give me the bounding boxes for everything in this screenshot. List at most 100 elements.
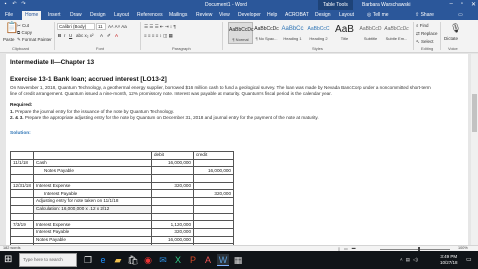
style-subtitle[interactable]: AaBbCcD Subtitle — [358, 22, 383, 44]
style-normal[interactable]: AaBbCcDc ¶ Normal — [228, 22, 253, 44]
tab-table-design[interactable]: Design — [315, 12, 331, 18]
date-cell[interactable] — [10, 227, 34, 237]
comments-icon[interactable]: ▭ — [458, 12, 463, 18]
user-name[interactable]: Barbara Warschawski — [362, 2, 410, 8]
tell-me-button[interactable]: ◎ Tell me — [367, 12, 389, 18]
header-desc[interactable] — [33, 151, 152, 160]
tab-view[interactable]: View — [219, 12, 230, 18]
description-cell[interactable]: Interest Expense — [33, 181, 152, 191]
date-cell[interactable] — [10, 197, 34, 206]
header-debit[interactable]: debit — [151, 151, 194, 160]
clock[interactable]: 3:49 PM 10/27/18 — [440, 254, 458, 266]
replace-button[interactable]: ⇄ Replace — [416, 31, 438, 37]
find-button[interactable]: ⌕ Find — [416, 23, 429, 28]
tab-insert[interactable]: Insert — [48, 12, 61, 18]
strikethrough-button[interactable]: abc x₂ x² — [76, 33, 94, 38]
redo-icon[interactable]: ↷ — [21, 2, 26, 7]
copy-button[interactable]: ⧉ Copy — [17, 30, 32, 35]
microphone-icon[interactable]: 🎙 — [450, 24, 461, 33]
italic-button[interactable]: I — [64, 33, 65, 38]
document-area[interactable]: Intermediate II—Chapter 13 Exercise 13-1… — [0, 54, 471, 245]
file-explorer-icon[interactable]: ▰ — [112, 254, 124, 266]
save-icon[interactable]: ▪ — [3, 2, 8, 7]
format-painter-button[interactable]: ✎ Format Painter — [17, 37, 52, 43]
excel-icon[interactable]: X — [172, 254, 184, 266]
zoom-level[interactable]: 100% — [458, 246, 468, 250]
calculator-icon[interactable]: ▦ — [232, 254, 244, 266]
style-heading-1[interactable]: AaBbCc Heading 1 — [280, 22, 305, 44]
tab-help[interactable]: Help — [267, 12, 277, 18]
dictate-button[interactable]: Dictate — [444, 36, 458, 41]
debit-cell[interactable] — [151, 212, 194, 222]
description-cell[interactable] — [33, 174, 152, 183]
font-name-select[interactable]: Calibri (Body) — [57, 23, 95, 30]
font-color-icon[interactable]: A — [115, 33, 118, 38]
tab-layout[interactable]: Layout — [114, 12, 129, 18]
select-button[interactable]: ↖ Select — [416, 39, 434, 45]
tab-review[interactable]: Review — [196, 12, 212, 18]
task-view-icon[interactable]: ❐ — [82, 254, 94, 266]
description-cell[interactable]: Interest Expense — [33, 220, 152, 229]
highlight-icon[interactable]: ✐ — [107, 33, 111, 39]
network-icon[interactable]: ▤ — [406, 257, 410, 263]
date-cell[interactable] — [10, 212, 34, 222]
cut-button[interactable]: ✂ Cut — [17, 23, 29, 29]
description-cell[interactable] — [33, 212, 152, 222]
tab-home[interactable]: Home — [22, 11, 42, 20]
paste-button[interactable]: Paste — [3, 37, 15, 42]
minimize-icon[interactable]: – — [449, 1, 452, 8]
bold-button[interactable]: B — [58, 33, 61, 38]
date-cell[interactable] — [10, 204, 34, 214]
windows-start-icon[interactable]: ⊞ — [4, 255, 14, 265]
style-heading-2[interactable]: AaBbCcC Heading 2 — [306, 22, 331, 44]
description-cell[interactable]: Interest Payable — [33, 189, 152, 199]
style-no-spacing[interactable]: AaBbCcDc ¶ No Spac... — [254, 22, 279, 44]
acrobat-icon[interactable]: A — [202, 254, 214, 266]
zoom-slider[interactable] — [380, 248, 450, 250]
date-cell[interactable] — [10, 235, 34, 245]
bullets-icon[interactable]: ☰ ☰ ☰ ⇤ ⇥ ↕ ¶ — [144, 24, 176, 30]
debit-cell[interactable]: 1,120,000 — [151, 220, 194, 229]
journal-table[interactable]: debit credit 11/1/18 Cash 16,000,000 Notes … — [10, 151, 234, 245]
undo-icon[interactable]: ↶ — [12, 2, 17, 7]
chrome-icon[interactable]: ◉ — [142, 254, 154, 266]
align-icons[interactable]: ≡ ≡ ≡ ≡ ↕ ◫ ▦ — [144, 33, 173, 39]
debit-cell[interactable]: 16,000,000 — [151, 235, 194, 245]
word-icon[interactable]: W — [217, 254, 229, 266]
restore-icon[interactable]: ▫ — [461, 1, 463, 8]
date-cell[interactable] — [10, 166, 34, 176]
date-cell[interactable] — [10, 189, 34, 199]
share-button[interactable]: ⇧ Share — [415, 12, 434, 18]
credit-cell[interactable] — [193, 227, 234, 237]
tab-acrobat[interactable]: ACROBAT — [285, 12, 309, 18]
close-icon[interactable]: ✕ — [471, 1, 476, 8]
date-cell[interactable] — [10, 174, 34, 183]
date-cell[interactable]: 11/1/18 — [10, 158, 34, 168]
taskbar-search-input[interactable]: Type here to search — [19, 253, 77, 267]
tab-design[interactable]: Design — [90, 12, 106, 18]
text-effects-icon[interactable]: A — [100, 33, 103, 38]
document-page[interactable]: Intermediate II—Chapter 13 Exercise 13-1… — [6, 54, 468, 245]
header-credit[interactable]: credit — [193, 151, 234, 160]
debit-cell[interactable] — [151, 174, 194, 183]
description-cell[interactable]: Cash — [33, 158, 152, 168]
credit-cell[interactable] — [193, 212, 234, 222]
edge-browser-icon[interactable]: e — [97, 254, 109, 266]
tab-draw[interactable]: Draw — [70, 12, 82, 18]
debit-cell[interactable]: 16,000,000 — [151, 158, 194, 168]
description-cell[interactable]: Notes Payable — [33, 235, 152, 245]
notifications-icon[interactable]: ▭ — [466, 256, 472, 263]
date-cell[interactable]: 12/31/18 — [10, 181, 34, 191]
credit-cell[interactable] — [193, 158, 234, 168]
debit-cell[interactable] — [151, 204, 194, 214]
font-size-select[interactable]: 11 — [96, 23, 106, 30]
description-cell[interactable]: Adjusting entry for note taken on 11/1/1… — [33, 197, 152, 206]
tab-mailings[interactable]: Mailings — [169, 12, 187, 18]
word-count[interactable]: 182 words — [3, 246, 21, 250]
credit-cell[interactable] — [193, 235, 234, 245]
debit-cell[interactable] — [151, 189, 194, 199]
tab-references[interactable]: References — [137, 12, 163, 18]
credit-cell[interactable]: 320,000 — [193, 189, 234, 199]
debit-cell[interactable] — [151, 197, 194, 206]
volume-icon[interactable]: ◁) — [413, 257, 418, 263]
